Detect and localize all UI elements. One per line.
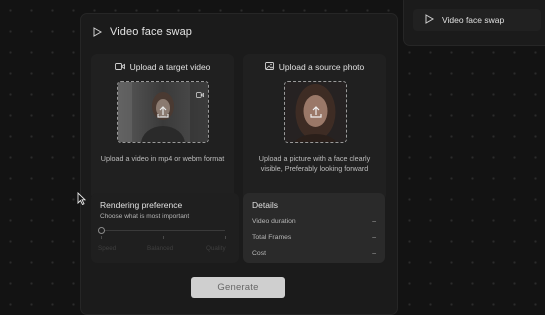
rendering-slider-handle[interactable] (98, 227, 105, 234)
upload-video-dropzone[interactable]: Upload a target video Upload a video in … (91, 54, 234, 200)
video-face-swap-panel: Video face swap Upload a target video Up… (80, 13, 398, 315)
upload-video-description: Upload a video in mp4 or webm format (100, 154, 225, 163)
detail-row-cost: Cost – (252, 250, 376, 257)
play-icon (425, 14, 435, 26)
upload-photo-description: Upload a picture with a face clearly vis… (258, 154, 371, 173)
slider-option-balanced[interactable]: Balanced (147, 245, 173, 252)
mouse-cursor-icon (77, 192, 86, 205)
play-icon (93, 27, 104, 38)
video-camera-icon (196, 85, 204, 103)
detail-value: – (372, 218, 376, 225)
upload-photo-title: Upload a source photo (243, 62, 386, 72)
detail-value: – (372, 250, 376, 257)
sidebar-item-label: Video face swap (442, 15, 505, 25)
panel-title: Video face swap (110, 26, 193, 38)
detail-label: Cost (252, 250, 266, 257)
detail-value: – (372, 234, 376, 241)
upload-video-label: Upload a target video (129, 62, 211, 72)
sidebar-item-video-face-swap[interactable]: Video face swap (413, 9, 541, 31)
rendering-slider-track[interactable] (101, 230, 225, 231)
rendering-title: Rendering preference (100, 200, 183, 210)
rendering-subtitle: Choose what is most important (100, 213, 190, 220)
slider-option-quality[interactable]: Quality (206, 245, 226, 252)
image-icon (264, 62, 274, 72)
detail-row-video-duration: Video duration – (252, 218, 376, 225)
rendering-preference-card: Rendering preference Choose what is most… (91, 193, 239, 263)
detail-row-total-frames: Total Frames – (252, 234, 376, 241)
slider-option-speed[interactable]: Speed (98, 245, 116, 252)
upload-icon (157, 106, 169, 118)
panel-header: Video face swap (93, 26, 192, 38)
video-camera-icon (114, 62, 125, 72)
upload-video-title: Upload a target video (91, 62, 234, 72)
upload-photo-label: Upload a source photo (278, 62, 365, 72)
details-card: Details Video duration – Total Frames – … (243, 193, 385, 263)
slider-tick-quality (225, 236, 226, 239)
details-title: Details (252, 200, 278, 210)
detail-label: Video duration (252, 218, 296, 225)
upload-icon (309, 106, 322, 118)
slider-tick-balanced (163, 236, 164, 239)
photo-preview-thumbnail[interactable] (284, 81, 347, 143)
right-side-panel: Video face swap (403, 0, 545, 46)
video-preview-thumbnail[interactable] (117, 81, 209, 143)
generate-button[interactable]: Generate (191, 277, 285, 298)
detail-label: Total Frames (252, 234, 292, 241)
slider-tick-speed (101, 236, 102, 239)
upload-photo-dropzone[interactable]: Upload a source photo Upload a picture w… (243, 54, 386, 200)
